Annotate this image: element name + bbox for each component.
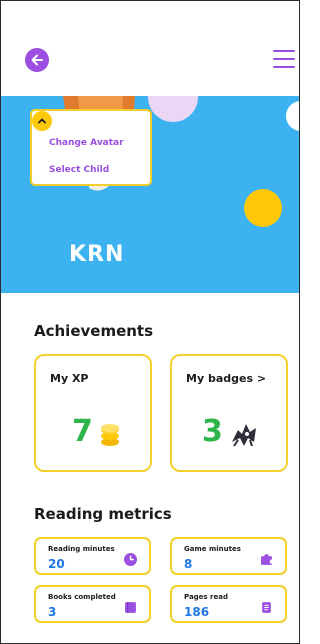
- coins-icon: [101, 424, 119, 446]
- books-completed-card[interactable]: Books completed 3: [34, 585, 151, 623]
- metric-value: 8: [184, 557, 193, 571]
- my-badges-card[interactable]: My badges > 3: [170, 354, 288, 472]
- my-xp-label: My XP: [50, 372, 89, 385]
- hamburger-menu-icon[interactable]: [273, 50, 295, 70]
- app-frame: KRN Change Avatar Select Child Achieveme…: [0, 0, 300, 644]
- my-xp-value: 7: [72, 414, 93, 449]
- avatar-menu-popup: Change Avatar Select Child: [30, 109, 152, 186]
- monster-badge-icon: [232, 424, 256, 447]
- achievements-title: Achievements: [34, 322, 154, 340]
- book-icon: [125, 602, 136, 613]
- clock-icon: [124, 553, 137, 566]
- collapse-button[interactable]: [32, 111, 52, 131]
- puzzle-icon: [261, 554, 272, 565]
- metric-value: 20: [48, 557, 65, 571]
- my-badges-value: 3: [202, 414, 223, 449]
- my-badges-label: My badges >: [186, 372, 267, 385]
- reading-metrics-title: Reading metrics: [34, 505, 172, 523]
- select-child-link[interactable]: Select Child: [49, 165, 109, 175]
- metric-value: 186: [184, 605, 210, 619]
- arrow-left-icon: [31, 54, 43, 66]
- game-minutes-card[interactable]: Game minutes 8: [170, 537, 287, 575]
- decorative-circle: [286, 101, 299, 131]
- child-name: KRN: [69, 242, 125, 267]
- pages-read-card[interactable]: Pages read 186: [170, 585, 287, 623]
- metric-label: Reading minutes: [48, 545, 115, 553]
- reading-minutes-card[interactable]: Reading minutes 20: [34, 537, 151, 575]
- back-button[interactable]: [25, 48, 49, 72]
- metric-label: Books completed: [48, 593, 116, 601]
- pages-icon: [262, 602, 271, 613]
- metric-label: Game minutes: [184, 545, 241, 553]
- my-xp-card[interactable]: My XP 7: [34, 354, 152, 472]
- metric-value: 3: [48, 605, 57, 619]
- change-avatar-link[interactable]: Change Avatar: [49, 138, 124, 148]
- decorative-circle: [148, 96, 198, 122]
- metric-label: Pages read: [184, 593, 228, 601]
- top-bar: [1, 1, 299, 96]
- decorative-circle: [244, 189, 282, 227]
- chevron-up-icon: [38, 118, 46, 124]
